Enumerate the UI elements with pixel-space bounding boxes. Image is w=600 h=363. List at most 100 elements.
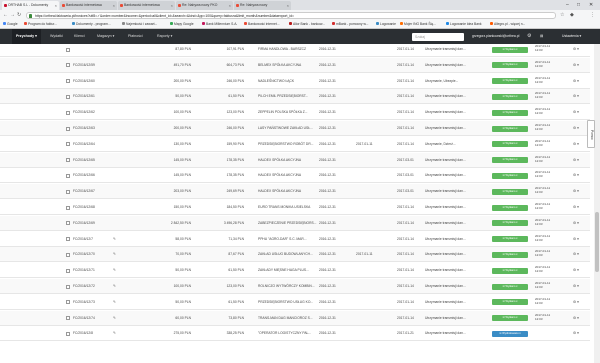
invoice-number[interactable]: FC/2016/12/72 <box>73 279 113 294</box>
invoice-number[interactable]: FC/2016/12/74 <box>73 311 113 326</box>
table-row[interactable]: FC/2016/12/65 145,00 PLN 178,35 PLN HALDEX … <box>0 152 590 168</box>
row-checkbox[interactable] <box>66 205 70 210</box>
invoice-number[interactable]: FC/2016/12/69 <box>73 216 113 231</box>
row-actions-menu[interactable]: ⚙ ▾ <box>573 94 579 98</box>
table-row[interactable]: FC/2016/12/74 ✎ 60,00 PLN 73,80 PLN TRANS-MA… <box>0 310 590 326</box>
invoice-number[interactable]: FC/2016/12/66 <box>73 168 113 183</box>
browser-tab[interactable]: Bankowość internetowa × <box>60 1 117 10</box>
edit-icon[interactable]: ✎ <box>113 331 116 335</box>
browser-tab[interactable]: Re: Nabywa nowy PKO × <box>176 1 233 10</box>
row-actions-menu[interactable]: ⚙ ▾ <box>573 189 579 193</box>
row-actions-menu[interactable]: ⚙ ▾ <box>573 47 579 51</box>
contractor-name[interactable]: ZAKŁADY MIĘSNE HAGA PLUS... <box>258 263 318 278</box>
invoice-number[interactable]: FC/2016/12/62 <box>73 105 113 120</box>
edit-icon[interactable]: ✎ <box>113 237 116 241</box>
status-dropdown[interactable]: ✉ Wysłano ▾ <box>492 236 528 243</box>
invoice-number[interactable]: FC/2016/12/60 <box>73 74 113 89</box>
contractor-name[interactable]: TRANS-MAN DAG MANCIOROZ S... <box>258 311 318 326</box>
row-actions-menu[interactable]: ⚙ ▾ <box>573 110 579 114</box>
bookmark-item[interactable]: Logowanie <box>376 20 396 29</box>
edit-icon[interactable]: ✎ <box>113 252 116 256</box>
reload-icon[interactable]: ↻ <box>17 11 21 19</box>
table-row[interactable]: FC/2016/12/72 ✎ 100,00 PLN 123,00 PLN ROLNIC… <box>0 279 590 294</box>
bookmark-item[interactable]: Program do faktur... <box>24 20 57 29</box>
row-checkbox[interactable] <box>66 221 70 226</box>
browser-tab[interactable]: Re: Nabywa nowy × <box>234 1 291 10</box>
status-dropdown[interactable]: ✉ Wysłano ▾ <box>492 267 528 274</box>
status-dropdown[interactable]: ✉ Wysłano ▾ <box>492 46 528 53</box>
user-account[interactable]: grzegorz.piankowski@orthea.pl <box>472 29 519 44</box>
row-actions-menu[interactable]: ⚙ ▾ <box>573 205 579 209</box>
row-checkbox[interactable] <box>66 79 70 84</box>
status-dropdown[interactable]: ✉ Wysłano ▾ <box>492 78 528 85</box>
contractor-name[interactable]: PILCH EMIL PRZEDSIĘBIORST... <box>258 89 318 104</box>
edit-icon[interactable]: ✎ <box>113 316 116 320</box>
table-row[interactable]: FC/2016/12/70 ✎ 70,00 PLN 87,67 PLN ZAKŁAD U… <box>0 247 590 263</box>
edit-icon[interactable]: ✎ <box>113 284 116 288</box>
invoice-number[interactable]: FC/2016/12/65 <box>73 153 113 168</box>
status-dropdown[interactable]: ✉ Wysłano ▾ <box>492 93 528 100</box>
search-input[interactable]: Szukaj <box>412 32 464 41</box>
row-checkbox[interactable] <box>66 126 70 131</box>
extension-icon[interactable]: ◆ <box>570 11 574 19</box>
bookmark-item[interactable]: Bank Millennium S.A. <box>202 20 237 29</box>
table-row[interactable]: FC/2016/12/61 50,00 PLN 61,50 PLN PILCH EMI… <box>0 89 590 105</box>
invoice-number[interactable]: FC/2016/12/64 <box>73 137 113 152</box>
status-dropdown[interactable]: ✉ Wysłano ▾ <box>492 283 528 290</box>
row-actions-menu[interactable]: ⚙ ▾ <box>573 158 579 162</box>
nav-platnosci[interactable]: Płatności <box>128 29 143 44</box>
scrollbar[interactable] <box>594 44 600 363</box>
status-dropdown[interactable]: ✉ Wysłano ▾ <box>492 141 528 148</box>
row-checkbox[interactable] <box>66 47 70 52</box>
table-row[interactable]: FC/2016/12/69 2 842,50 PLN 3 496,28 PLN ZAB… <box>0 215 590 231</box>
contractor-name[interactable]: HALDEX SPÓŁKA AKCYJNA <box>258 153 318 168</box>
bookmark-item[interactable]: Dokumenty - program... <box>72 20 111 29</box>
row-checkbox[interactable] <box>66 237 70 242</box>
status-dropdown[interactable]: ✉ Wysłano ▾ <box>492 188 528 195</box>
bookmark-item[interactable]: Mojer ING Bank Ślą... <box>400 20 436 29</box>
invoice-number[interactable]: FC/2016/12/70 <box>73 247 113 262</box>
contractor-name[interactable]: EURO TRANS MONIKA USIELSKA <box>258 200 318 215</box>
invoice-number[interactable]: FC/2016/12/71 <box>73 263 113 278</box>
contractor-name[interactable]: PRZEDSIĘBIORSTWO USŁUG KO... <box>258 295 318 310</box>
table-row[interactable]: FC/2016/12/68 150,00 PLN 184,50 PLN EURO TR… <box>0 200 590 215</box>
close-tab-icon[interactable]: × <box>113 1 115 10</box>
table-row[interactable]: FC/2016/12/67 203,00 PLN 249,69 PLN HALDEX … <box>0 184 590 200</box>
row-checkbox[interactable] <box>66 331 70 336</box>
nav-magazyn[interactable]: Magazyn ▾ <box>97 29 114 44</box>
invoice-number[interactable]: FC/2016/12/68 <box>73 200 113 215</box>
contractor-name[interactable]: ZEPPELIN POLSKA SPÓŁKA Z... <box>258 105 318 120</box>
invoice-number[interactable]: FC/2016/12/67 <box>73 184 113 199</box>
row-checkbox[interactable] <box>66 94 70 99</box>
row-actions-menu[interactable]: ⚙ ▾ <box>573 237 579 241</box>
minimize-button[interactable]: – <box>566 0 569 10</box>
back-icon[interactable]: ← <box>3 11 8 19</box>
row-checkbox[interactable] <box>66 173 70 178</box>
contractor-name[interactable]: HALDEX SPÓŁKA AKCYJNA <box>258 168 318 183</box>
table-row[interactable]: FC/2016/12/71 ✎ 50,00 PLN 61,50 PLN ZAKŁADY … <box>0 263 590 279</box>
maximize-button[interactable]: □ <box>577 0 580 10</box>
row-actions-menu[interactable]: ⚙ ▾ <box>573 63 579 67</box>
bookmark-item[interactable]: Logowanie ldea Bank <box>446 20 482 29</box>
status-dropdown[interactable]: ✉ Wysłano ▾ <box>492 315 528 322</box>
table-row[interactable]: FC/2016/12/60 200,00 PLN 246,00 PLN NADLEŚN… <box>0 74 590 89</box>
table-row[interactable]: FC/2016/12/66 145,00 PLN 178,35 PLN HALDEX … <box>0 168 590 184</box>
scrollbar-thumb[interactable] <box>595 212 599 272</box>
row-actions-menu[interactable]: ⚙ ▾ <box>573 142 579 146</box>
row-checkbox[interactable] <box>66 252 70 257</box>
row-actions-menu[interactable]: ⚙ ▾ <box>573 221 579 225</box>
contractor-name[interactable]: "OPERATOR LOGISTYCZNY PAL... <box>258 326 318 341</box>
status-dropdown[interactable]: ✉ Wysłano ▾ <box>492 157 528 164</box>
row-checkbox[interactable] <box>66 189 70 194</box>
status-dropdown[interactable]: ✉ Wysłano ▾ <box>492 125 528 132</box>
nav-wydatki[interactable]: Wydatki <box>50 29 63 44</box>
row-actions-menu[interactable]: ⚙ ▾ <box>573 268 579 272</box>
row-actions-menu[interactable]: ⚙ ▾ <box>573 126 579 130</box>
close-tab-icon[interactable]: × <box>171 1 173 10</box>
bookmark-item[interactable]: Najemkuść i zawart... <box>122 20 157 29</box>
row-checkbox[interactable] <box>66 142 70 147</box>
row-checkbox[interactable] <box>66 63 70 68</box>
table-row[interactable]: FC/2016/12/63 200,00 PLN 246,00 PLN LASY PA… <box>0 121 590 136</box>
status-dropdown[interactable]: ✉ Wydrukowano ▾ <box>492 330 528 337</box>
contractor-name[interactable]: ZABEZPIECZENIE PRZEDSIĘBIORS... <box>258 216 318 231</box>
